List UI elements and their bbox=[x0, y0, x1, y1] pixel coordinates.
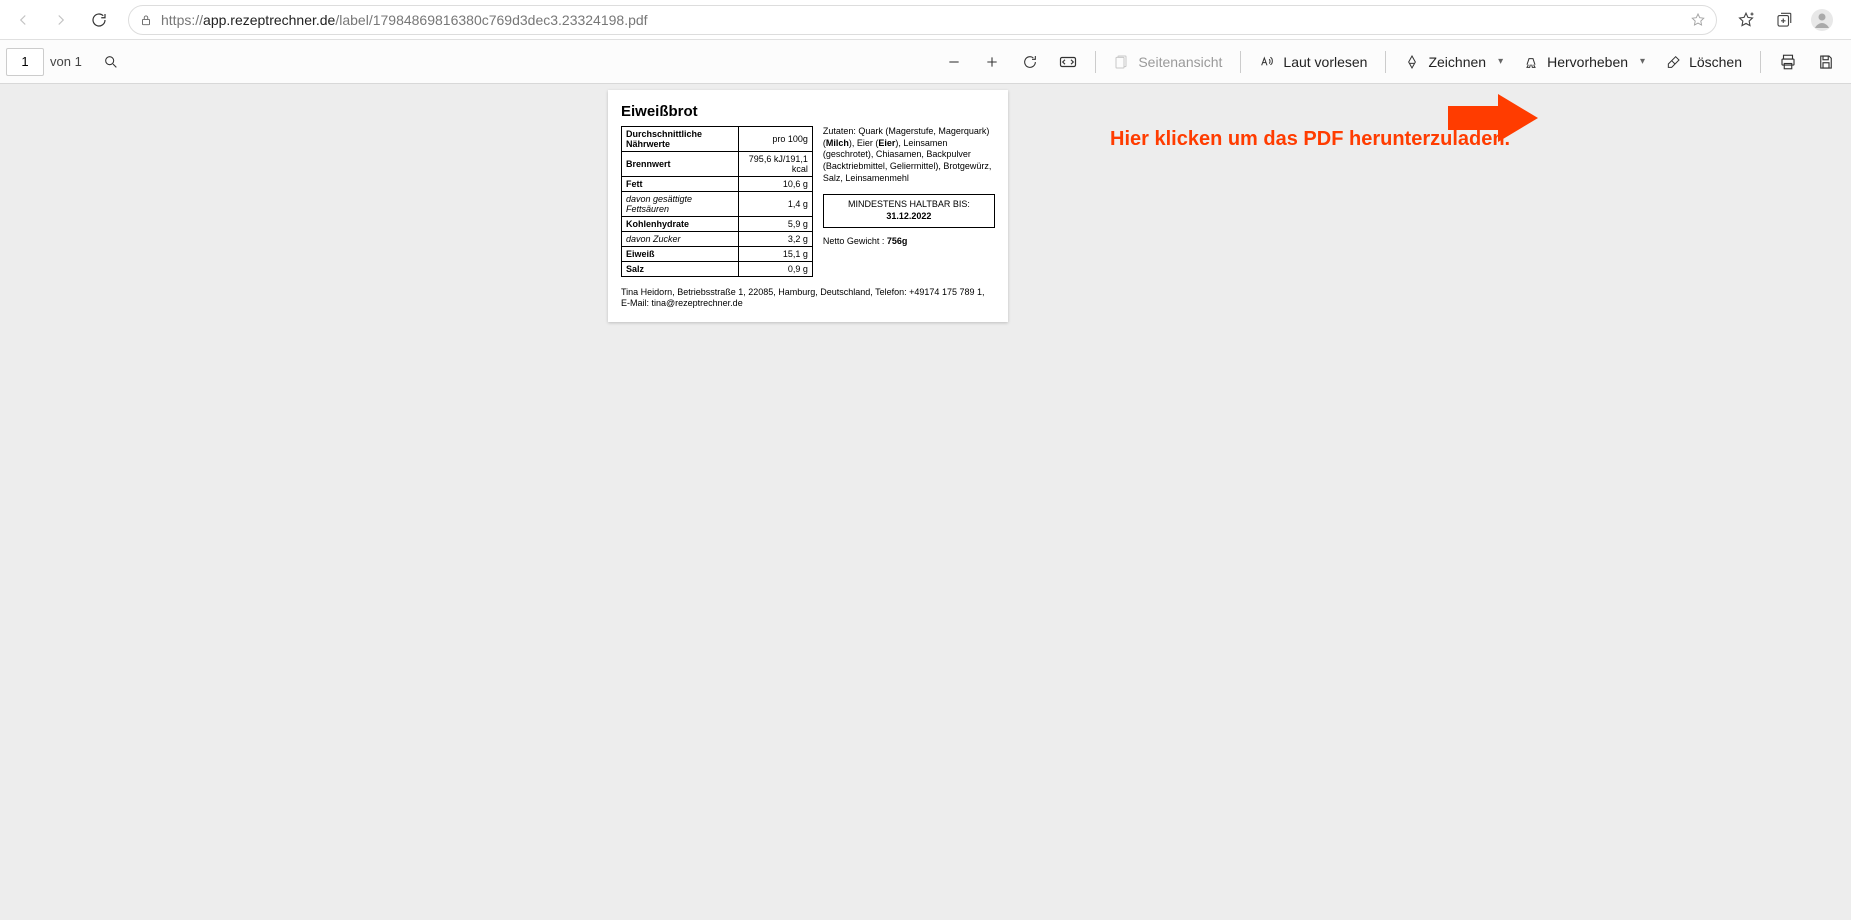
zoom-in-button[interactable] bbox=[973, 45, 1011, 79]
nutrition-row-value: 5,9 g bbox=[739, 217, 812, 232]
chevron-down-icon: ▾ bbox=[1498, 56, 1503, 67]
save-button[interactable] bbox=[1807, 45, 1845, 79]
page-view-button[interactable]: Seitenansicht bbox=[1104, 45, 1232, 79]
read-aloud-label: Laut vorlesen bbox=[1283, 54, 1367, 70]
nutrition-row-name: davon Zucker bbox=[622, 232, 739, 247]
profile-button[interactable] bbox=[1805, 3, 1839, 37]
arrow-left-icon bbox=[14, 11, 32, 29]
print-icon bbox=[1779, 53, 1797, 71]
search-icon bbox=[103, 54, 119, 70]
label-footer: Tina Heidorn, Betriebsstraße 1, 22085, H… bbox=[621, 287, 995, 309]
nutrition-row-name: Brennwert bbox=[622, 152, 739, 177]
url-text: https://app.rezeptrechner.de/label/17984… bbox=[161, 12, 648, 28]
read-aloud-button[interactable]: Laut vorlesen bbox=[1249, 45, 1377, 79]
rotate-button[interactable] bbox=[1011, 45, 1049, 79]
toolbar-separator bbox=[1385, 51, 1386, 73]
highlight-label: Hervorheben bbox=[1547, 54, 1628, 70]
minus-icon bbox=[946, 54, 962, 70]
address-bar[interactable]: https://app.rezeptrechner.de/label/17984… bbox=[128, 5, 1717, 35]
collections-icon bbox=[1775, 11, 1793, 29]
ingredients-text: Zutaten: Quark (Magerstufe, Magerquark) … bbox=[823, 126, 995, 184]
page-view-label: Seitenansicht bbox=[1138, 54, 1222, 70]
page-number-input[interactable] bbox=[6, 48, 44, 76]
pdf-toolbar: von 1 Seitenansicht Laut vorlesen Zeichn… bbox=[0, 40, 1851, 84]
nutrition-row-value: 1,4 g bbox=[739, 192, 812, 217]
label-title: Eiweißbrot bbox=[621, 103, 995, 120]
page-total-label: von 1 bbox=[50, 54, 82, 69]
nutrition-row-name: Eiweiß bbox=[622, 247, 739, 262]
annotation-text: Hier klicken um das PDF herunterzuladen. bbox=[1110, 128, 1510, 151]
favorites-button[interactable] bbox=[1729, 3, 1763, 37]
toolbar-separator bbox=[1095, 51, 1096, 73]
nutrition-row-value: 10,6 g bbox=[739, 177, 812, 192]
best-before-box: MINDESTENS HALTBAR BIS: 31.12.2022 bbox=[823, 194, 995, 227]
nutrition-row-value: 3,2 g bbox=[739, 232, 812, 247]
erase-icon bbox=[1665, 54, 1681, 70]
pdf-page: Eiweißbrot Durchschnittliche Nährwerte p… bbox=[608, 90, 1008, 322]
browser-chrome-bar: https://app.rezeptrechner.de/label/17984… bbox=[0, 0, 1851, 40]
plus-icon bbox=[984, 54, 1000, 70]
nutrition-row-value: 0,9 g bbox=[739, 262, 812, 277]
collections-button[interactable] bbox=[1767, 3, 1801, 37]
erase-label: Löschen bbox=[1689, 54, 1742, 70]
highlight-button[interactable]: Hervorheben ▾ bbox=[1513, 45, 1655, 79]
lock-icon bbox=[139, 13, 153, 27]
save-icon bbox=[1817, 53, 1835, 71]
erase-button[interactable]: Löschen bbox=[1655, 45, 1752, 79]
nutrition-table: Durchschnittliche Nährwerte pro 100g Bre… bbox=[621, 126, 813, 277]
nutrition-row-name: Salz bbox=[622, 262, 739, 277]
print-button[interactable] bbox=[1769, 45, 1807, 79]
nutrition-row-value: 15,1 g bbox=[739, 247, 812, 262]
highlight-icon bbox=[1523, 54, 1539, 70]
reload-icon bbox=[90, 11, 108, 29]
star-icon bbox=[1690, 12, 1706, 28]
search-button[interactable] bbox=[92, 45, 130, 79]
chevron-down-icon: ▾ bbox=[1640, 56, 1645, 67]
nutrition-header-right: pro 100g bbox=[739, 127, 812, 152]
fit-button[interactable] bbox=[1049, 45, 1087, 79]
zoom-out-button[interactable] bbox=[935, 45, 973, 79]
reload-button[interactable] bbox=[82, 3, 116, 37]
nutrition-row-name: Fett bbox=[622, 177, 739, 192]
add-favorite-button[interactable] bbox=[1690, 12, 1706, 28]
draw-icon bbox=[1404, 54, 1420, 70]
back-button[interactable] bbox=[6, 3, 40, 37]
fit-icon bbox=[1059, 55, 1077, 69]
nutrition-row-name: davon gesättigte Fettsäuren bbox=[622, 192, 739, 217]
page-view-icon bbox=[1114, 54, 1130, 70]
toolbar-separator bbox=[1760, 51, 1761, 73]
forward-button[interactable] bbox=[44, 3, 78, 37]
net-weight: Netto Gewicht : 756g bbox=[823, 236, 995, 248]
favorites-icon bbox=[1737, 11, 1755, 29]
profile-icon bbox=[1810, 8, 1834, 32]
draw-label: Zeichnen bbox=[1428, 54, 1486, 70]
read-aloud-icon bbox=[1259, 54, 1275, 70]
toolbar-separator bbox=[1240, 51, 1241, 73]
rotate-icon bbox=[1022, 54, 1038, 70]
pdf-viewport[interactable]: Eiweißbrot Durchschnittliche Nährwerte p… bbox=[0, 84, 1851, 920]
arrow-right-icon bbox=[52, 11, 70, 29]
nutrition-header-left: Durchschnittliche Nährwerte bbox=[622, 127, 739, 152]
draw-button[interactable]: Zeichnen ▾ bbox=[1394, 45, 1513, 79]
nutrition-row-name: Kohlenhydrate bbox=[622, 217, 739, 232]
nutrition-row-value: 795,6 kJ/191,1 kcal bbox=[739, 152, 812, 177]
